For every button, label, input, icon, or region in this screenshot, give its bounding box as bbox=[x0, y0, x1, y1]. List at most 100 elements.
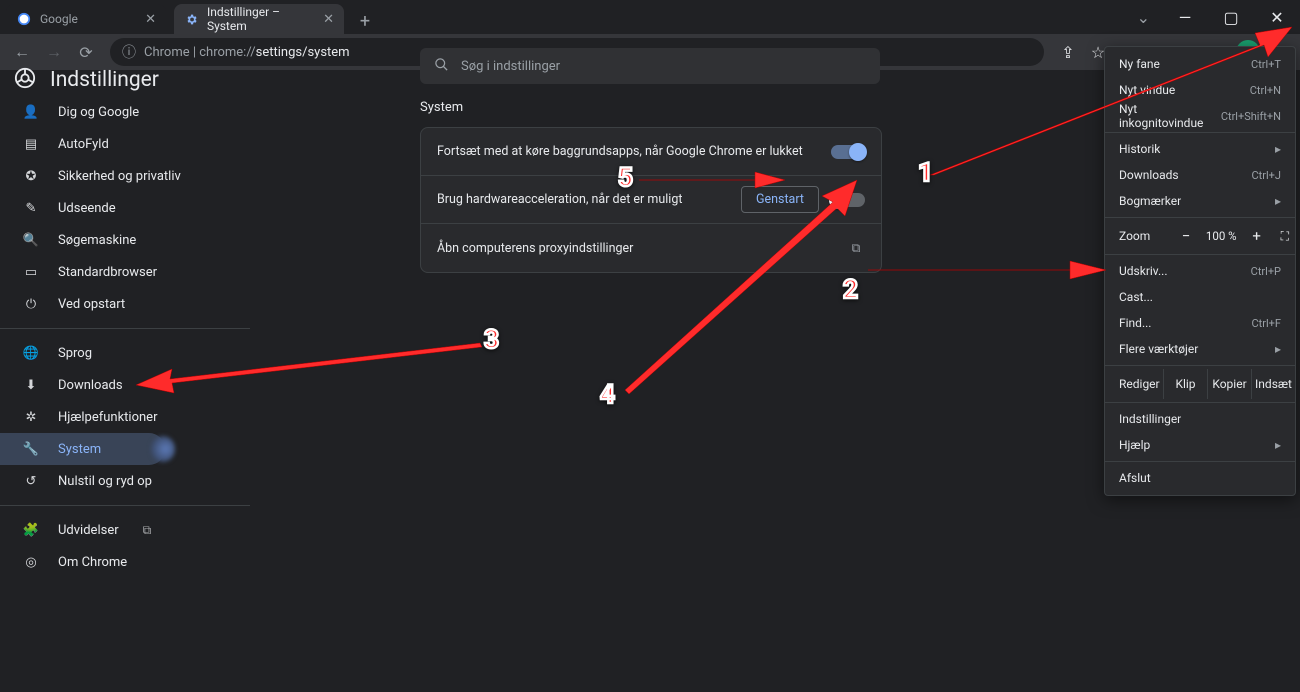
submenu-arrow-icon: ▸ bbox=[1275, 194, 1281, 208]
a11y-icon: ✲ bbox=[22, 410, 40, 425]
sidebar-separator bbox=[0, 328, 250, 329]
url-text: Chrome | chrome://settings/system bbox=[144, 45, 350, 60]
fullscreen-icon[interactable]: ⛶ bbox=[1275, 229, 1289, 244]
sidebar-item-autofill[interactable]: ▤ AutoFyld bbox=[0, 128, 250, 160]
menu-settings[interactable]: Indstillinger bbox=[1105, 406, 1295, 432]
sidebar-item-default-browser[interactable]: ▭Standardbrowser bbox=[0, 256, 250, 288]
zoom-value: 100 % bbox=[1204, 229, 1239, 243]
sidebar-label: Udseende bbox=[58, 201, 116, 216]
zoom-label: Zoom bbox=[1119, 229, 1168, 243]
sidebar-item-appearance[interactable]: ✎ Udseende bbox=[0, 192, 250, 224]
browser-icon: ▭ bbox=[22, 265, 40, 280]
sidebar-label: Ved opstart bbox=[58, 297, 125, 312]
sidebar-item-you-and-google[interactable]: 👤 Dig og Google bbox=[0, 96, 250, 128]
sidebar-label: Sprog bbox=[58, 346, 92, 361]
menu-separator bbox=[1105, 365, 1295, 366]
menu-label: Cast... bbox=[1119, 290, 1153, 304]
menu-more-tools[interactable]: Flere værktøjer ▸ bbox=[1105, 336, 1295, 362]
menu-edit-row: Rediger Klip Kopier Indsæt bbox=[1105, 369, 1295, 399]
download-icon: ⬇ bbox=[22, 378, 40, 393]
tab-label: Google bbox=[40, 12, 78, 26]
menu-separator bbox=[1105, 461, 1295, 462]
reset-icon: ↺ bbox=[22, 474, 40, 489]
search-icon bbox=[434, 57, 449, 76]
page-title: Indstillinger bbox=[50, 68, 159, 92]
person-icon: 👤 bbox=[22, 105, 40, 120]
edit-label: Rediger bbox=[1105, 369, 1163, 399]
menu-label: Bogmærker bbox=[1119, 194, 1181, 208]
gear-favicon bbox=[184, 11, 199, 27]
open-external-icon: ⧉ bbox=[143, 523, 152, 538]
menu-help[interactable]: Hjælp ▸ bbox=[1105, 432, 1295, 458]
sidebar-label: System bbox=[58, 442, 101, 457]
sidebar-item-accessibility[interactable]: ✲ Hjælpefunktioner bbox=[0, 401, 250, 433]
menu-label: Udskriv... bbox=[1119, 264, 1168, 278]
autofill-icon: ▤ bbox=[22, 137, 40, 152]
annotation-number-4: 4 bbox=[600, 380, 615, 410]
sidebar-label: Hjælpefunktioner bbox=[58, 410, 157, 425]
sidebar-label: Nulstil og ryd op bbox=[58, 474, 152, 489]
sidebar-item-reset[interactable]: ↺ Nulstil og ryd op bbox=[0, 465, 250, 497]
submenu-arrow-icon: ▸ bbox=[1275, 438, 1281, 452]
menu-separator bbox=[1105, 217, 1295, 218]
menu-label: Indstillinger bbox=[1119, 412, 1181, 426]
sidebar-label: Søgemaskine bbox=[58, 233, 136, 248]
sidebar-item-system[interactable]: 🔧 System bbox=[0, 433, 165, 465]
menu-label: Flere værktøjer bbox=[1119, 342, 1198, 356]
menu-paste[interactable]: Indsæt bbox=[1251, 369, 1295, 399]
chrome-icon: ◎ bbox=[22, 555, 40, 570]
menu-cut[interactable]: Klip bbox=[1163, 369, 1207, 399]
sidebar-item-on-startup[interactable]: ⏻ Ved opstart bbox=[0, 288, 250, 320]
zoom-in-button[interactable]: + bbox=[1245, 224, 1269, 248]
shield-icon: ✪ bbox=[22, 169, 40, 184]
menu-label: Find... bbox=[1119, 316, 1151, 330]
annotation-arrow-4 bbox=[615, 180, 875, 400]
power-icon: ⏻ bbox=[22, 297, 40, 312]
row-label: Fortsæt med at køre baggrundsapps, når G… bbox=[437, 144, 831, 159]
submenu-arrow-icon: ▸ bbox=[1275, 342, 1281, 356]
tab-label: Indstillinger – System bbox=[207, 5, 315, 33]
wrench-icon: 🔧 bbox=[22, 442, 40, 457]
section-title: System bbox=[420, 100, 882, 115]
sidebar-label: Dig og Google bbox=[58, 105, 139, 120]
tab-settings[interactable]: Indstillinger – System ✕ bbox=[174, 4, 344, 34]
annotation-number-1: 1 bbox=[918, 158, 933, 188]
annotation-arrow-5 bbox=[635, 168, 795, 192]
search-placeholder: Søg i indstillinger bbox=[461, 59, 560, 74]
tab-google[interactable]: Google ✕ bbox=[6, 4, 166, 34]
sidebar-item-about[interactable]: ◎ Om Chrome bbox=[0, 546, 250, 578]
sidebar-label: Udvidelser bbox=[58, 523, 119, 538]
new-tab-button[interactable]: + bbox=[352, 8, 378, 34]
menu-separator bbox=[1105, 254, 1295, 255]
menu-find[interactable]: Find...Ctrl+F bbox=[1105, 310, 1295, 336]
menu-print[interactable]: Udskriv... Ctrl+P bbox=[1105, 258, 1295, 284]
brush-icon: ✎ bbox=[22, 201, 40, 216]
menu-copy[interactable]: Kopier bbox=[1207, 369, 1251, 399]
sidebar-item-search-engine[interactable]: 🔍 Søgemaskine bbox=[0, 224, 250, 256]
sidebar-separator bbox=[0, 505, 250, 506]
annotation-number-3: 3 bbox=[484, 325, 499, 355]
sidebar-label: AutoFyld bbox=[58, 137, 109, 152]
annotation-arrow-2 bbox=[860, 255, 1120, 285]
chrome-logo-icon bbox=[14, 67, 36, 93]
close-tab-icon[interactable]: ✕ bbox=[323, 12, 334, 27]
zoom-out-button[interactable]: − bbox=[1174, 224, 1198, 248]
google-favicon bbox=[16, 11, 32, 27]
close-tab-icon[interactable]: ✕ bbox=[145, 12, 156, 27]
search-icon: 🔍 bbox=[22, 233, 40, 248]
menu-zoom-row: Zoom − 100 % + ⛶ bbox=[1105, 221, 1295, 251]
settings-search[interactable]: Søg i indstillinger bbox=[420, 48, 880, 84]
menu-cast[interactable]: Cast... bbox=[1105, 284, 1295, 310]
menu-shortcut: Ctrl+P bbox=[1251, 265, 1281, 278]
menu-exit[interactable]: Afslut bbox=[1105, 465, 1295, 491]
menu-label: Afslut bbox=[1119, 471, 1151, 485]
puzzle-icon: 🧩 bbox=[22, 523, 40, 538]
sidebar-label: Om Chrome bbox=[58, 555, 127, 570]
annotation-number-2: 2 bbox=[843, 275, 858, 305]
sidebar-item-privacy[interactable]: ✪ Sikkerhed og privatliv bbox=[0, 160, 250, 192]
globe-icon: 🌐 bbox=[22, 346, 40, 361]
sidebar-label: Sikkerhed og privatliv bbox=[58, 169, 181, 184]
menu-label: Hjælp bbox=[1119, 438, 1150, 452]
sidebar-label: Downloads bbox=[58, 378, 123, 393]
sidebar-item-extensions[interactable]: 🧩 Udvidelser ⧉ bbox=[0, 514, 250, 546]
